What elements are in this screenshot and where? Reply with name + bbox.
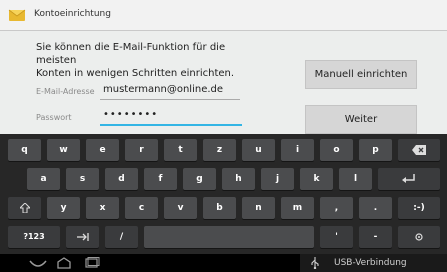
system-nav-bar: USB-Verbindung bbox=[0, 254, 447, 272]
tab-key[interactable] bbox=[66, 226, 99, 248]
key-y[interactable]: y bbox=[47, 197, 80, 219]
key-n[interactable]: n bbox=[242, 197, 275, 219]
usb-notification[interactable]: USB-Verbindung bbox=[300, 254, 447, 272]
email-app-icon bbox=[8, 9, 26, 21]
recent-apps-icon[interactable] bbox=[84, 257, 100, 269]
key-u[interactable]: u bbox=[242, 139, 275, 161]
key-e[interactable]: e bbox=[86, 139, 119, 161]
key-h[interactable]: h bbox=[222, 168, 255, 190]
soft-keyboard: q w e r t z u i o p a s d f g h j k l y … bbox=[0, 134, 447, 254]
key-m[interactable]: m bbox=[281, 197, 314, 219]
apostrophe-key[interactable]: ' bbox=[320, 226, 353, 248]
email-underline bbox=[100, 99, 240, 100]
page-title: Kontoeinrichtung bbox=[34, 9, 111, 19]
usb-icon bbox=[311, 257, 319, 269]
key-b[interactable]: b bbox=[203, 197, 236, 219]
home-icon[interactable] bbox=[56, 257, 72, 269]
key-w[interactable]: w bbox=[47, 139, 80, 161]
password-underline bbox=[100, 124, 242, 126]
key-s[interactable]: s bbox=[66, 168, 99, 190]
keyboard-settings-key[interactable] bbox=[398, 226, 440, 248]
title-bar: Kontoeinrichtung bbox=[0, 0, 447, 31]
usb-status-text: USB-Verbindung bbox=[334, 258, 407, 268]
key-a[interactable]: a bbox=[27, 168, 60, 190]
enter-icon bbox=[402, 173, 415, 183]
symbols-key[interactable]: ?123 bbox=[8, 226, 60, 248]
backspace-key[interactable] bbox=[398, 139, 440, 161]
key-comma[interactable]: , bbox=[320, 197, 353, 219]
smiley-key[interactable]: :-) bbox=[398, 197, 440, 219]
back-icon[interactable] bbox=[28, 257, 48, 269]
key-j[interactable]: j bbox=[261, 168, 294, 190]
description-line-1: Sie können die E-Mail-Funktion für die m… bbox=[36, 42, 226, 66]
enter-key[interactable] bbox=[378, 168, 440, 190]
key-x[interactable]: x bbox=[86, 197, 119, 219]
key-i[interactable]: i bbox=[281, 139, 314, 161]
key-period[interactable]: . bbox=[359, 197, 392, 219]
key-p[interactable]: p bbox=[359, 139, 392, 161]
shift-key[interactable] bbox=[8, 197, 41, 219]
key-c[interactable]: c bbox=[125, 197, 158, 219]
dash-key[interactable]: - bbox=[359, 226, 392, 248]
key-o[interactable]: o bbox=[320, 139, 353, 161]
description-line-2: Konten in wenigen Schritten einrichten. bbox=[36, 68, 235, 79]
tab-icon bbox=[76, 232, 89, 241]
key-q[interactable]: q bbox=[8, 139, 41, 161]
key-d[interactable]: d bbox=[105, 168, 138, 190]
description: Sie können die E-Mail-Funktion für die m… bbox=[36, 41, 266, 80]
key-z[interactable]: z bbox=[203, 139, 236, 161]
key-l[interactable]: l bbox=[339, 168, 372, 190]
slash-key[interactable]: / bbox=[105, 226, 138, 248]
password-field[interactable]: •••••••• bbox=[103, 109, 158, 120]
backspace-icon bbox=[412, 144, 426, 155]
key-k[interactable]: k bbox=[300, 168, 333, 190]
keyboard-settings-icon bbox=[415, 232, 423, 241]
key-r[interactable]: r bbox=[125, 139, 158, 161]
email-field[interactable]: mustermann@online.de bbox=[103, 84, 223, 95]
key-t[interactable]: t bbox=[164, 139, 197, 161]
key-g[interactable]: g bbox=[183, 168, 216, 190]
next-button[interactable]: Weiter bbox=[305, 105, 417, 134]
account-setup-form: Sie können die E-Mail-Funktion für die m… bbox=[0, 31, 447, 134]
email-label: E-Mail-Adresse bbox=[36, 87, 95, 96]
password-label: Passwort bbox=[36, 113, 72, 122]
key-v[interactable]: v bbox=[164, 197, 197, 219]
space-key[interactable] bbox=[144, 226, 314, 248]
key-f[interactable]: f bbox=[144, 168, 177, 190]
manual-setup-button[interactable]: Manuell einrichten bbox=[305, 60, 417, 89]
shift-icon bbox=[18, 201, 31, 213]
